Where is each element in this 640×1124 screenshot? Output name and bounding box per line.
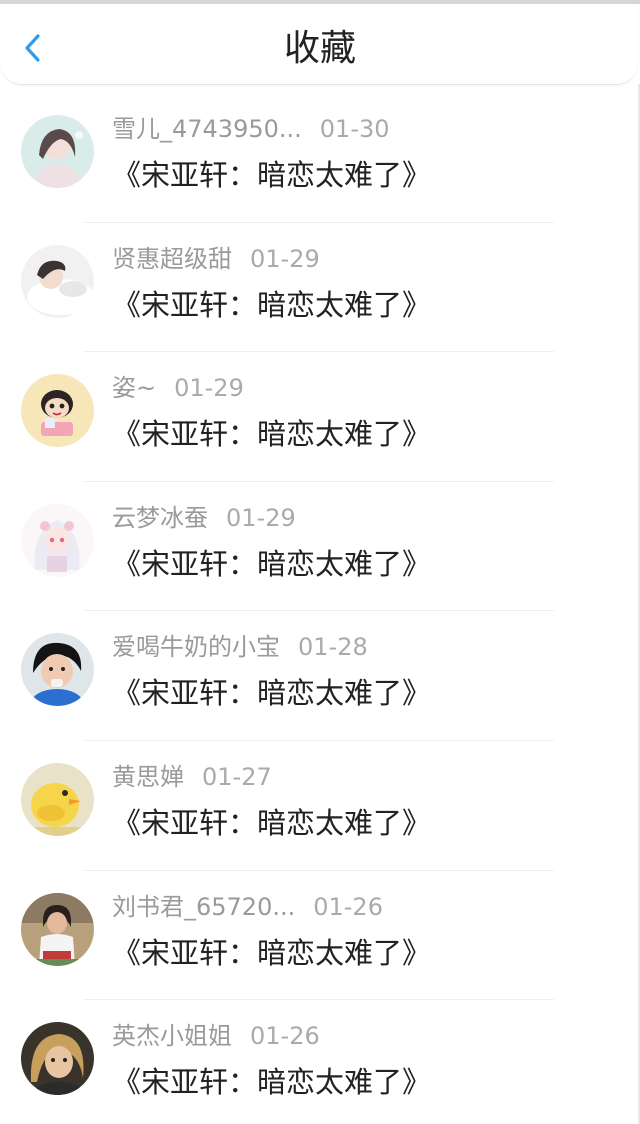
item-meta: 雪儿_4743950... 01-30	[112, 113, 390, 145]
list-item[interactable]: 姿~ 01-29 《宋亚轩：暗恋太难了》	[0, 352, 640, 482]
avatar[interactable]	[21, 892, 94, 966]
item-title[interactable]: 《宋亚轩：暗恋太难了》	[112, 414, 431, 454]
avatar[interactable]	[21, 633, 94, 707]
item-meta: 黄思婵 01-27	[112, 761, 272, 793]
avatar[interactable]	[21, 374, 94, 448]
item-meta: 贤惠超级甜 01-29	[112, 243, 320, 275]
avatar[interactable]	[21, 244, 94, 318]
avatar-boy-icon	[21, 633, 94, 707]
list-item[interactable]: 雪儿_4743950... 01-30 《宋亚轩：暗恋太难了》	[0, 93, 640, 223]
item-title[interactable]: 《宋亚轩：暗恋太难了》	[112, 1062, 431, 1102]
list-item[interactable]: 贤惠超级甜 01-29 《宋亚轩：暗恋太难了》	[0, 223, 640, 353]
item-title[interactable]: 《宋亚轩：暗恋太难了》	[112, 673, 431, 713]
item-date: 01-29	[226, 503, 296, 532]
list-item[interactable]: 云梦冰蚕 01-29 《宋亚轩：暗恋太难了》	[0, 482, 640, 612]
favorites-page: 收藏 雪儿_4743950... 01-30 《宋亚轩：暗恋太难了》 贤惠超级甜…	[0, 0, 640, 1124]
item-meta: 刘书君_65720... 01-26	[112, 891, 383, 923]
item-date: 01-28	[298, 633, 368, 662]
avatar-anime-girl-icon	[21, 503, 94, 577]
avatar[interactable]	[21, 503, 94, 577]
list-item[interactable]: 黄思婵 01-27 《宋亚轩：暗恋太难了》	[0, 741, 640, 871]
item-title[interactable]: 《宋亚轩：暗恋太难了》	[112, 155, 431, 195]
list-item[interactable]: 爱喝牛奶的小宝 01-28 《宋亚轩：暗恋太难了》	[0, 611, 640, 741]
username[interactable]: 英杰小姐姐	[112, 1022, 232, 1050]
item-date: 01-27	[202, 762, 272, 791]
avatar-yellow-duck-icon	[21, 762, 94, 836]
username[interactable]: 贤惠超级甜	[112, 245, 232, 273]
item-date: 01-30	[319, 115, 390, 143]
item-title[interactable]: 《宋亚轩：暗恋太难了》	[112, 544, 431, 584]
item-meta: 云梦冰蚕 01-29	[112, 502, 296, 534]
username[interactable]: 刘书君_65720...	[112, 893, 295, 921]
item-date: 01-29	[250, 244, 320, 273]
item-title[interactable]: 《宋亚轩：暗恋太难了》	[112, 803, 431, 843]
avatar[interactable]	[21, 115, 94, 188]
avatar-girl-pale-icon	[21, 115, 94, 188]
avatar-cartoon-character-icon	[21, 374, 94, 448]
item-date: 01-29	[174, 374, 244, 403]
avatar-sleeping-person-icon	[21, 244, 94, 318]
item-title[interactable]: 《宋亚轩：暗恋太难了》	[112, 933, 431, 973]
avatar[interactable]	[21, 762, 94, 836]
item-title[interactable]: 《宋亚轩：暗恋太难了》	[112, 285, 431, 325]
username[interactable]: 雪儿_4743950...	[112, 115, 302, 143]
item-meta: 爱喝牛奶的小宝 01-28	[112, 631, 368, 663]
username[interactable]: 黄思婵	[112, 763, 184, 791]
username[interactable]: 云梦冰蚕	[112, 504, 208, 532]
list-item[interactable]: 刘书君_65720... 01-26 《宋亚轩：暗恋太难了》	[0, 871, 640, 1001]
username[interactable]: 姿~	[112, 374, 156, 402]
favorites-list: 雪儿_4743950... 01-30 《宋亚轩：暗恋太难了》 贤惠超级甜 01-2…	[0, 93, 640, 1124]
top-bar: 收藏	[0, 4, 638, 85]
item-date: 01-26	[313, 892, 383, 921]
item-date: 01-26	[250, 1022, 320, 1051]
avatar-blonde-person-icon	[21, 1022, 94, 1096]
avatar-child-icon	[21, 892, 94, 966]
avatar[interactable]	[21, 1022, 94, 1096]
item-meta: 姿~ 01-29	[112, 372, 244, 404]
username[interactable]: 爱喝牛奶的小宝	[112, 633, 280, 661]
page-title: 收藏	[283, 28, 356, 69]
item-meta: 英杰小姐姐 01-26	[112, 1020, 320, 1052]
list-item[interactable]: 英杰小姐姐 01-26 《宋亚轩：暗恋太难了》	[0, 1000, 640, 1124]
